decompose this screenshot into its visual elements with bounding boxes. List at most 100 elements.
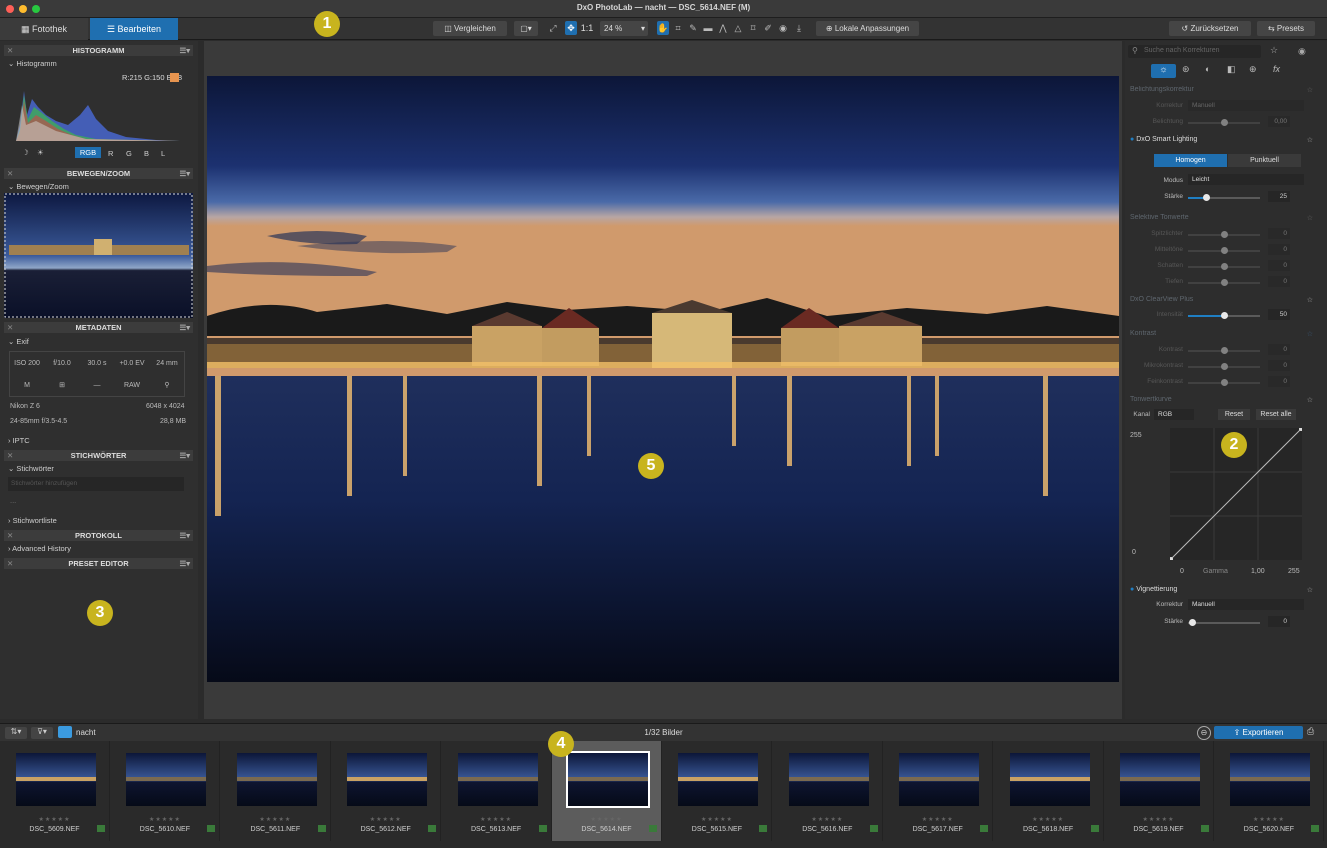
tone-curve-title[interactable]: Tonwertkurve	[1130, 396, 1172, 403]
share-icon[interactable]: ⎙	[1307, 726, 1314, 737]
export-options-icon[interactable]: ⊖	[1197, 726, 1211, 740]
presets-button[interactable]: ⇆ Presets	[1257, 21, 1315, 36]
color-category-icon[interactable]: ⊛	[1182, 64, 1190, 75]
rating-stars[interactable]: ★★★★★	[662, 816, 771, 823]
perspective-icon[interactable]: ⋀	[717, 21, 729, 35]
contrast-star-icon[interactable]: ☆	[1307, 330, 1313, 338]
keywords-panel-header[interactable]: ✕ STICHWÖRTER ☰▾	[4, 450, 193, 461]
reset-button[interactable]: ↺ Zurücksetzen	[1169, 21, 1251, 36]
visibility-icon[interactable]: ◉	[1298, 46, 1306, 57]
exposure-correction-select[interactable]: Manuell	[1188, 100, 1304, 111]
histogram-subsection[interactable]: ⌄ Histogramm	[8, 59, 57, 68]
menu-icon[interactable]: ☰▾	[180, 558, 191, 569]
rating-stars[interactable]: ★★★★★	[331, 816, 440, 823]
channel-l[interactable]: L	[161, 149, 165, 158]
shape-icon[interactable]: △	[732, 21, 744, 35]
move-zoom-panel-header[interactable]: ✕ BEWEGEN/ZOOM ☰▾	[4, 168, 193, 179]
selective-tone-star-icon[interactable]: ☆	[1307, 214, 1313, 222]
selective-tone-row-value[interactable]: 0	[1268, 260, 1290, 271]
local-brush-icon[interactable]: ⌑	[747, 21, 759, 35]
input-min-value[interactable]: 0	[1132, 549, 1136, 556]
smart-lighting-title[interactable]: ● DxO Smart Lighting	[1130, 136, 1197, 143]
fit-icon[interactable]: ⤢	[547, 21, 559, 35]
zoom-dropdown[interactable]: 24 % ▾	[600, 21, 648, 36]
contrast-title[interactable]: Kontrast	[1130, 330, 1156, 337]
filmstrip-thumbnail[interactable]: ★★★★★ DSC_5613.NEF	[442, 741, 552, 841]
smart-lighting-star-icon[interactable]: ☆	[1307, 136, 1313, 144]
vignetting-slider-knob[interactable]	[1189, 619, 1196, 626]
channel-rgb[interactable]: RGB	[75, 147, 101, 158]
crop-icon[interactable]: ⌗	[672, 21, 684, 35]
image-viewer[interactable]	[204, 41, 1122, 719]
exposure-value[interactable]: 0,00	[1268, 116, 1290, 127]
main-photo[interactable]	[207, 76, 1119, 682]
contrast-row-slider-knob[interactable]	[1221, 379, 1228, 386]
selective-tone-row-value[interactable]: 0	[1268, 276, 1290, 287]
filmstrip-thumbnail[interactable]: ★★★★★ DSC_5619.NEF	[1104, 741, 1214, 841]
iptc-subsection[interactable]: › IPTC	[8, 436, 30, 445]
mode-select[interactable]: Leicht	[1188, 174, 1304, 185]
vignetting-title[interactable]: ● Vignettierung	[1130, 586, 1177, 593]
rating-stars[interactable]: ★★★★★	[1214, 816, 1323, 823]
close-icon[interactable]: ✕	[7, 45, 13, 56]
rating-stars[interactable]: ★★★★★	[221, 816, 330, 823]
contrast-row-value[interactable]: 0	[1268, 344, 1290, 355]
filmstrip-thumbnail[interactable]: ★★★★★ DSC_5615.NEF	[662, 741, 773, 841]
star-icon[interactable]: ☆	[1270, 45, 1278, 56]
history-panel-header[interactable]: ✕ PROTOKOLL ☰▾	[4, 530, 193, 541]
filmstrip-thumbnail[interactable]: ★★★★★ DSC_5610.NEF	[110, 741, 221, 841]
zoom-1to1-button[interactable]: 1:1	[580, 21, 594, 35]
histogram-panel-header[interactable]: ✕ HISTOGRAMM ☰▾	[4, 45, 193, 56]
filmstrip-thumbnail[interactable]: ★★★★★ DSC_5617.NEF	[883, 741, 994, 841]
strength-slider-knob[interactable]	[1203, 194, 1210, 201]
close-icon[interactable]: ✕	[7, 322, 13, 333]
clearview-title[interactable]: DxO ClearView Plus	[1130, 296, 1193, 303]
filmstrip-thumbnail[interactable]: ★★★★★ DSC_5612.NEF	[331, 741, 442, 841]
filmstrip-thumbnail[interactable]: ★★★★★ DSC_5614.NEF	[552, 741, 662, 841]
channel-select[interactable]: RGB	[1154, 409, 1194, 420]
filmstrip-thumbnail[interactable]: ★★★★★ DSC_5611.NEF	[221, 741, 331, 841]
rating-stars[interactable]: ★★★★★	[110, 816, 219, 823]
selective-tone-title[interactable]: Selektive Tonwerte	[1130, 214, 1189, 221]
compare-button[interactable]: ◫ Vergleichen	[433, 21, 507, 36]
close-icon[interactable]: ✕	[7, 450, 13, 461]
vignetting-correction-select[interactable]: Manuell	[1188, 599, 1304, 610]
shadow-clipping-icon[interactable]: ☽	[22, 148, 29, 157]
view-mode-dropdown[interactable]: ▢▾	[514, 21, 538, 36]
horizon-icon[interactable]: ▬	[702, 21, 714, 35]
advanced-history-subsection[interactable]: › Advanced History	[8, 544, 71, 553]
rating-stars[interactable]: ★★★★★	[883, 816, 992, 823]
highlight-clipping-icon[interactable]: ☀	[37, 148, 44, 157]
close-icon[interactable]: ✕	[7, 168, 13, 179]
close-icon[interactable]: ✕	[7, 530, 13, 541]
input-max-value[interactable]: 255	[1130, 432, 1142, 439]
navigator-preview[interactable]	[4, 193, 193, 318]
filmstrip-thumbnail[interactable]: ★★★★★ DSC_5620.NEF	[1214, 741, 1325, 841]
selective-tone-row-slider-knob[interactable]	[1221, 263, 1228, 270]
export-button[interactable]: ⇪ Exportieren	[1214, 726, 1303, 739]
gamma-value[interactable]: 1,00	[1251, 568, 1265, 575]
selective-tone-row-value[interactable]: 0	[1268, 244, 1290, 255]
filmstrip-thumbnail[interactable]: ★★★★★ DSC_5609.NEF	[0, 741, 110, 841]
vignetting-strength-value[interactable]: 0	[1268, 616, 1290, 627]
exposure-star-icon[interactable]: ☆	[1307, 86, 1313, 94]
rating-stars[interactable]: ★★★★★	[442, 816, 551, 823]
mode-uniform-button[interactable]: Homogen	[1154, 154, 1227, 167]
geometry-category-icon[interactable]: ◧	[1227, 64, 1236, 75]
output-max-value[interactable]: 255	[1288, 568, 1300, 575]
rating-stars[interactable]: ★★★★★	[1104, 816, 1213, 823]
detail-category-icon[interactable]: ◐	[1205, 64, 1210, 74]
menu-icon[interactable]: ☰▾	[180, 168, 191, 179]
keywords-input[interactable]: Stichwörter hinzufügen	[8, 477, 184, 491]
filmstrip-thumbnail[interactable]: ★★★★★ DSC_5616.NEF	[773, 741, 883, 841]
output-min-value[interactable]: 0	[1180, 568, 1184, 575]
rating-stars[interactable]: ★★★★★	[552, 816, 661, 823]
move-zoom-subsection[interactable]: ⌄ Bewegen/Zoom	[8, 182, 69, 191]
channel-b[interactable]: B	[144, 149, 149, 158]
correction-search-input[interactable]: ⚲ Suche nach Korrekturen	[1128, 45, 1261, 58]
eye-icon[interactable]: ◉	[777, 21, 789, 35]
selective-tone-row-slider-knob[interactable]	[1221, 231, 1228, 238]
close-icon[interactable]: ✕	[7, 558, 13, 569]
keyword-list-subsection[interactable]: › Stichwortliste	[8, 516, 57, 525]
contrast-row-value[interactable]: 0	[1268, 360, 1290, 371]
